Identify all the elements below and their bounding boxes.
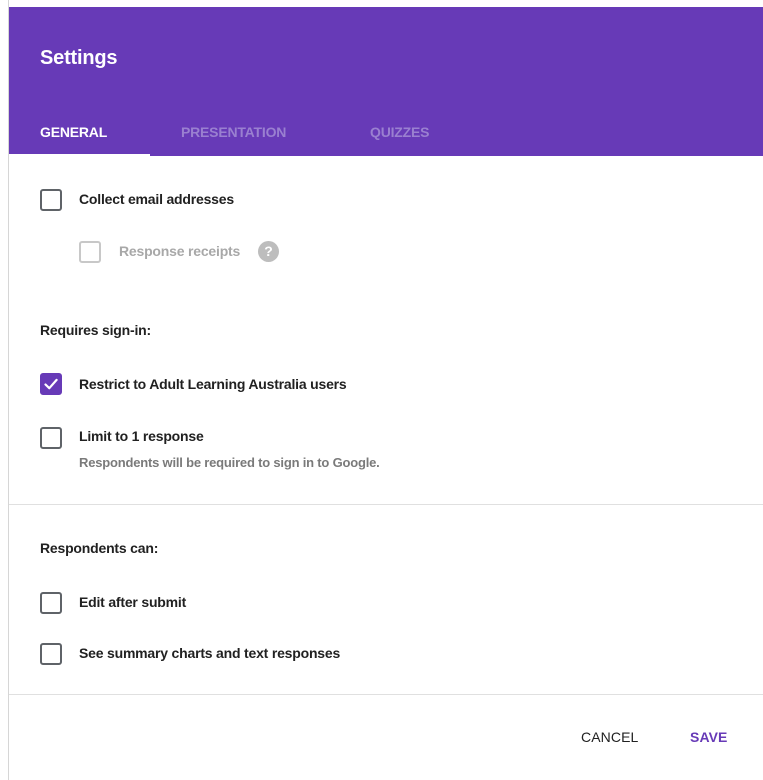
save-button[interactable]: SAVE	[690, 729, 728, 745]
settings-dialog: Settings GENERAL PRESENTATION QUIZZES Co…	[9, 0, 763, 780]
tab-quizzes[interactable]: QUIZZES	[370, 112, 429, 156]
section-divider	[9, 504, 763, 505]
see-summary-label: See summary charts and text responses	[79, 645, 341, 661]
edit-after-submit-checkbox[interactable]	[40, 592, 62, 614]
settings-tabs: GENERAL PRESENTATION QUIZZES	[9, 112, 763, 156]
dialog-header: Settings GENERAL PRESENTATION QUIZZES	[9, 7, 763, 156]
response-receipts-label: Response receipts	[119, 243, 241, 259]
tab-presentation[interactable]: PRESENTATION	[181, 112, 286, 156]
see-summary-checkbox[interactable]	[40, 643, 62, 665]
background-edge	[0, 0, 9, 780]
limit-one-response-label: Limit to 1 response	[79, 428, 204, 444]
limit-one-response-hint: Respondents will be required to sign in …	[79, 455, 380, 470]
question-circle-icon[interactable]: ?	[258, 241, 279, 262]
checkmark-icon	[44, 378, 58, 390]
requires-signin-heading: Requires sign-in:	[40, 322, 151, 338]
cancel-button[interactable]: CANCEL	[581, 729, 638, 745]
dialog-title: Settings	[40, 47, 118, 69]
collect-email-checkbox[interactable]	[40, 189, 62, 211]
active-tab-indicator	[9, 154, 150, 156]
collect-email-label: Collect email addresses	[79, 191, 234, 207]
limit-one-response-checkbox[interactable]	[40, 427, 62, 449]
respondents-can-heading: Respondents can:	[40, 540, 159, 556]
response-receipts-checkbox[interactable]	[79, 241, 101, 263]
tab-general[interactable]: GENERAL	[40, 112, 107, 156]
edit-after-submit-label: Edit after submit	[79, 594, 187, 610]
actions-divider	[9, 694, 763, 695]
restrict-domain-checkbox[interactable]	[40, 373, 62, 395]
restrict-domain-label: Restrict to Adult Learning Australia use…	[79, 376, 347, 392]
